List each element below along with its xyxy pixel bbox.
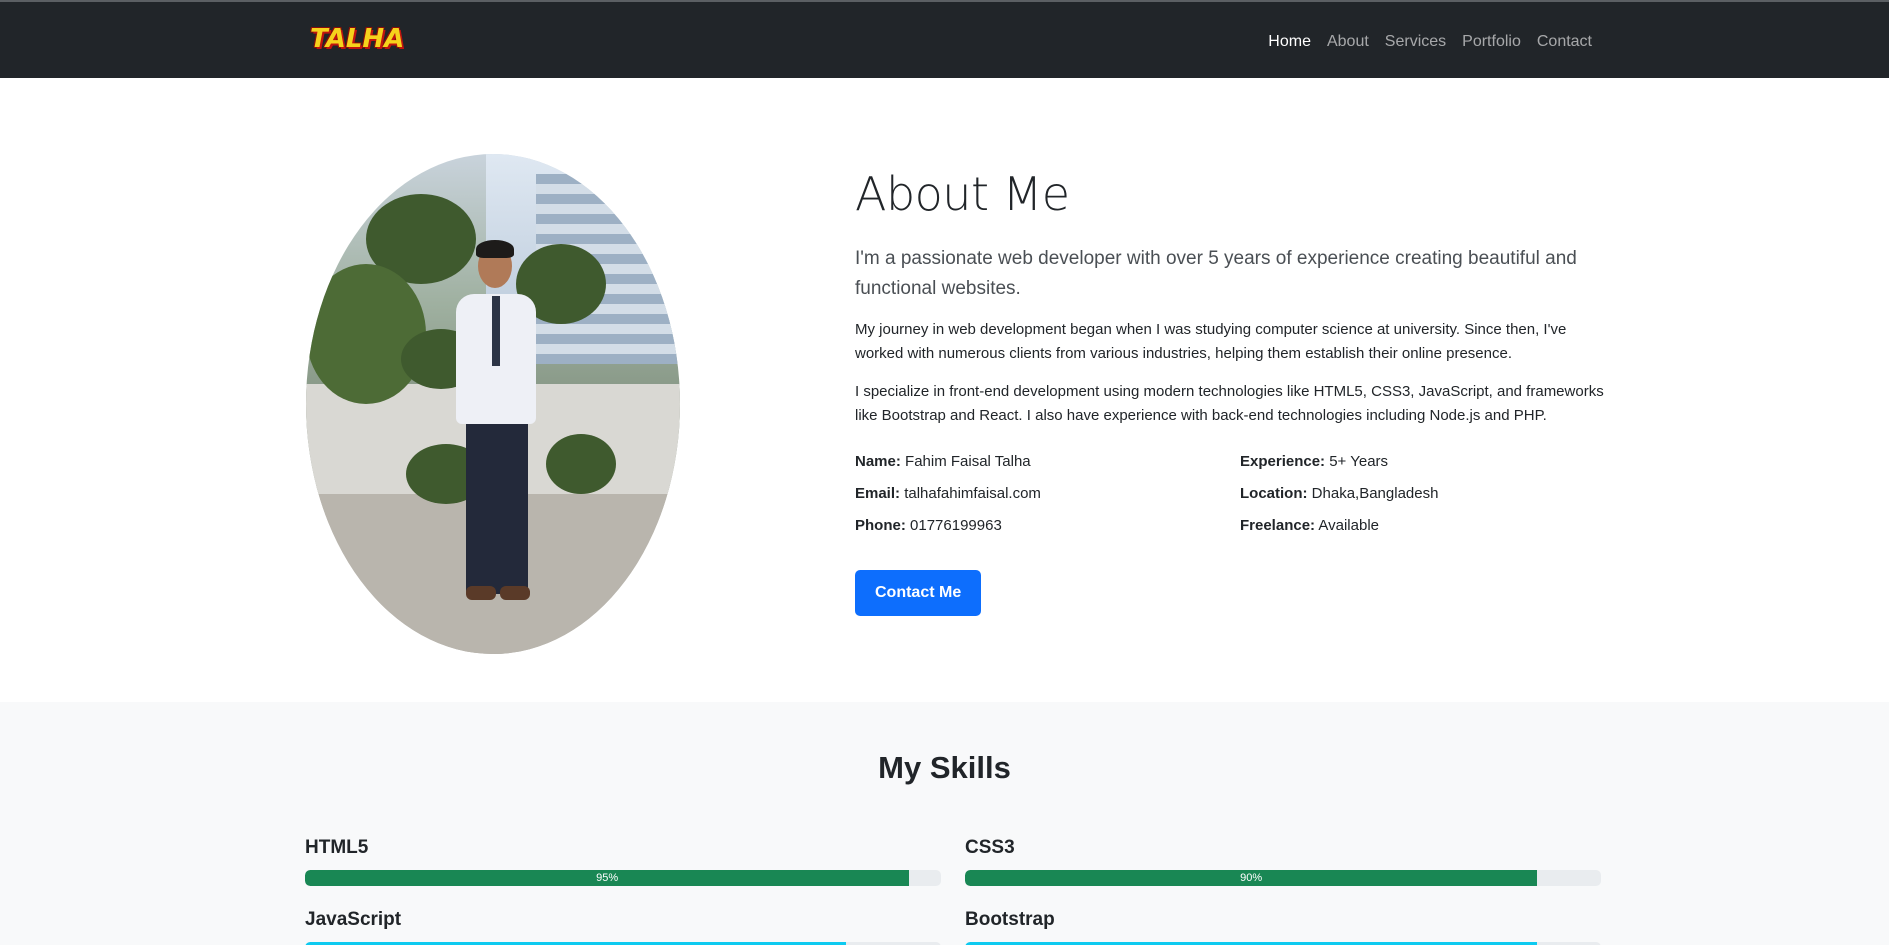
skill-name: JavaScript bbox=[305, 909, 402, 930]
info-value: 01776199963 bbox=[910, 517, 1002, 534]
about-paragraph-1: My journey in web development began when… bbox=[855, 321, 1567, 362]
profile-photo bbox=[306, 154, 680, 654]
contact-me-button[interactable]: Contact Me bbox=[855, 570, 982, 616]
info-location: Location: Dhaka,Bangladesh bbox=[1240, 482, 1605, 506]
info-name: Name: Fahim Faisal Talha bbox=[855, 450, 1240, 474]
photo-person-hair bbox=[476, 240, 514, 258]
nav-link-services[interactable]: Services bbox=[1385, 30, 1446, 54]
brand-logo[interactable]: TALHA bbox=[310, 24, 404, 54]
nav-link-contact[interactable]: Contact bbox=[1537, 30, 1592, 54]
info-label: Experience: bbox=[1240, 453, 1326, 470]
skills-section: My Skills HTML5 95% CSS3 90% JavaScript … bbox=[0, 702, 1889, 945]
photo-person-shoe bbox=[500, 586, 530, 600]
navbar: TALHA Home About Services Portfolio Cont… bbox=[0, 2, 1889, 78]
info-value: talhafahimfaisal.com bbox=[904, 485, 1041, 502]
progress-fill: 90% bbox=[965, 870, 1538, 886]
photo-tree bbox=[546, 434, 616, 494]
nav-link-portfolio[interactable]: Portfolio bbox=[1462, 30, 1521, 54]
about-content: About Me I'm a passionate web developer … bbox=[855, 166, 1605, 616]
info-freelance: Freelance: Available bbox=[1240, 514, 1605, 538]
about-lead: I'm a passionate web developer with over… bbox=[855, 248, 1577, 299]
info-value: 5+ Years bbox=[1329, 453, 1389, 470]
nav-link-home[interactable]: Home bbox=[1268, 30, 1311, 54]
info-value: Available bbox=[1318, 517, 1379, 534]
info-label: Freelance: bbox=[1240, 517, 1316, 534]
skill-html5: HTML5 95% bbox=[305, 836, 941, 886]
info-experience: Experience: 5+ Years bbox=[1240, 450, 1605, 474]
photo-person-tie bbox=[492, 296, 500, 366]
info-label: Name: bbox=[855, 453, 901, 470]
personal-info: Name: Fahim Faisal Talha Experience: 5+ … bbox=[855, 450, 1605, 538]
info-label: Location: bbox=[1240, 485, 1308, 502]
info-phone: Phone: 01776199963 bbox=[855, 514, 1240, 538]
about-section: About Me I'm a passionate web developer … bbox=[0, 78, 1889, 702]
photo-person-pants bbox=[466, 419, 528, 594]
info-label: Phone: bbox=[855, 517, 906, 534]
nav-links: Home About Services Portfolio Contact bbox=[1252, 30, 1592, 54]
photo-person-shoe bbox=[466, 586, 496, 600]
about-title: About Me bbox=[855, 167, 1070, 221]
progress-bar: 90% bbox=[965, 870, 1601, 886]
info-value: Fahim Faisal Talha bbox=[905, 453, 1031, 470]
skill-javascript: JavaScript bbox=[305, 908, 941, 945]
photo-tree bbox=[306, 264, 426, 404]
progress-bar: 95% bbox=[305, 870, 941, 886]
skill-name: HTML5 bbox=[305, 837, 369, 858]
progress-fill: 95% bbox=[305, 870, 910, 886]
skill-bootstrap: Bootstrap bbox=[965, 908, 1601, 945]
info-email: Email: talhafahimfaisal.com bbox=[855, 482, 1240, 506]
skill-css3: CSS3 90% bbox=[965, 836, 1601, 886]
skills-title: My Skills bbox=[878, 750, 1011, 785]
info-value: Dhaka,Bangladesh bbox=[1311, 485, 1439, 502]
nav-link-about[interactable]: About bbox=[1327, 30, 1369, 54]
skill-name: CSS3 bbox=[965, 837, 1015, 858]
skill-name: Bootstrap bbox=[965, 909, 1055, 930]
about-paragraph-2: I specialize in front-end development us… bbox=[855, 383, 1604, 424]
info-label: Email: bbox=[855, 485, 901, 502]
